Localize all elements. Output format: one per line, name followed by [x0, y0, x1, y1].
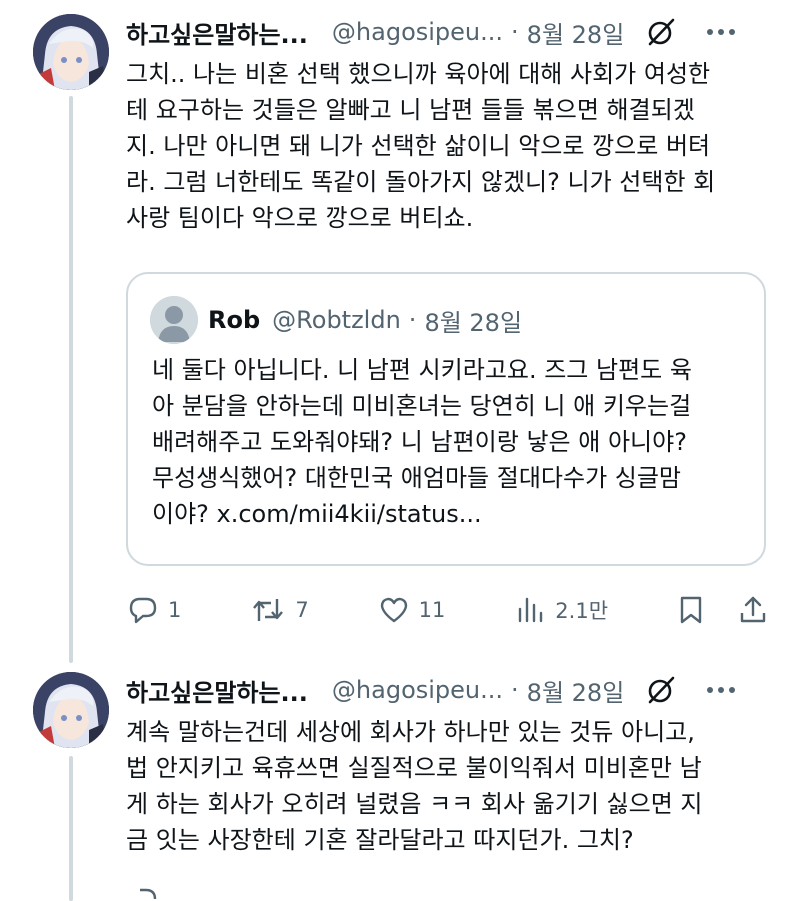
thread-line [69, 756, 73, 901]
quote-date: 8월 28일 [424, 308, 523, 337]
tweet-text: 계속 말하는건데 세상에 회사가 하나만 있는 것듀 아니고, 법 안지키고 육… [126, 718, 703, 854]
author-handle[interactable]: @hagosipeu... [332, 676, 503, 704]
tweet-header: 하고싶은말하는... @hagosipeu... · 8월 28일 [126, 670, 780, 710]
tweet-date[interactable]: 8월 28일 [527, 15, 625, 50]
quote-header: Rob @Robtzldn · 8월 28일 [208, 300, 522, 340]
repost-count: 7 [295, 598, 309, 622]
avatar[interactable] [33, 672, 109, 748]
thread-line [69, 96, 73, 663]
more-icon[interactable] [706, 28, 736, 36]
grok-icon[interactable] [646, 17, 676, 47]
tweet-actions [128, 888, 768, 901]
reply-button[interactable]: 1 [128, 595, 181, 625]
views-count: 2.1만 [555, 599, 609, 623]
separator-dot: · [511, 18, 519, 46]
views-button[interactable]: 2.1만 [515, 595, 608, 625]
reply-icon [128, 595, 158, 625]
separator-dot: · [408, 306, 417, 334]
repost-button[interactable]: 7 [251, 595, 309, 625]
author-name[interactable]: 하고싶은말하는... [126, 15, 308, 50]
tweet-text: 그치.. 나는 비혼 선택 했으니까 육아에 대해 사회가 여성한 테 요구하는… [126, 60, 716, 232]
repost-icon [251, 595, 285, 625]
share-icon[interactable] [738, 595, 768, 625]
bookmark-icon[interactable] [678, 595, 704, 625]
like-count: 11 [418, 598, 446, 622]
quote-author-handle: @Robtzldn [272, 306, 401, 334]
author-handle[interactable]: @hagosipeu... [332, 18, 503, 46]
quote-avatar [150, 296, 198, 344]
heart-icon [379, 595, 409, 625]
reply-count: 1 [168, 598, 182, 622]
separator-dot: · [511, 676, 519, 704]
tweet-actions: 1 7 11 2.1만 [128, 590, 768, 630]
tweet-date[interactable]: 8월 28일 [527, 673, 625, 708]
quote-text: 네 둘다 아닙니다. 니 남편 시키라고요. 즈그 남편도 육 아 분담을 안하… [152, 356, 692, 528]
avatar[interactable] [33, 14, 109, 90]
more-icon[interactable] [706, 686, 736, 694]
author-name[interactable]: 하고싶은말하는... [126, 673, 308, 708]
views-icon [515, 595, 545, 625]
reply-icon[interactable] [128, 888, 158, 901]
quoted-tweet-card[interactable]: Rob @Robtzldn · 8월 28일 네 둘다 아닙니다. 니 남편 시… [126, 272, 766, 566]
grok-icon[interactable] [646, 675, 676, 705]
like-button[interactable]: 11 [379, 595, 446, 625]
tweet-header: 하고싶은말하는... @hagosipeu... · 8월 28일 [126, 12, 780, 52]
bookmark-share-group [678, 595, 768, 625]
quote-author-name: Rob [208, 306, 261, 334]
